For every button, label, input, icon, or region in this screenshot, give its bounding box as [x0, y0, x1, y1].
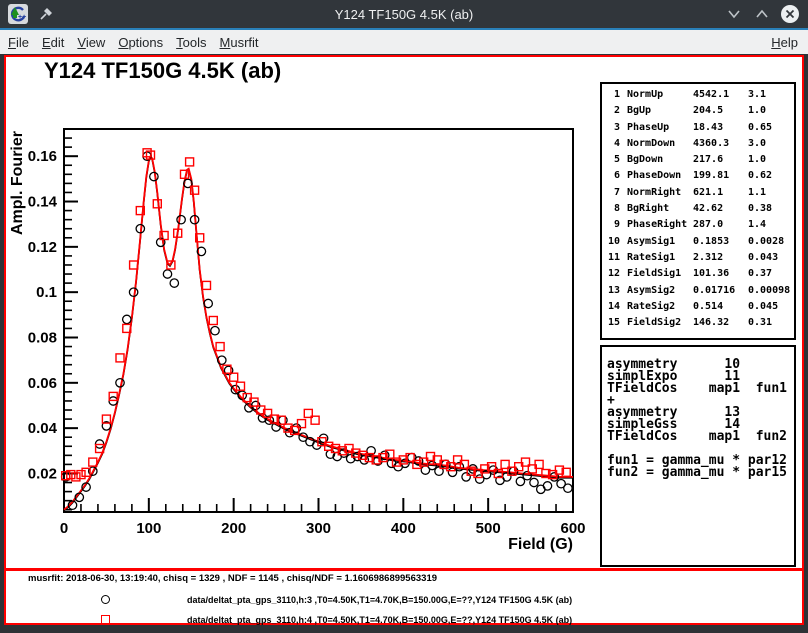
y-tick-label: 0.1	[36, 284, 57, 301]
x-tick-label: 600	[560, 520, 585, 537]
x-tick-label: 0	[60, 520, 68, 537]
x-tick-label: 200	[221, 520, 246, 537]
y-tick-label: 0.06	[28, 375, 57, 392]
x-tick-label: 100	[136, 520, 161, 537]
y-tick-label: 0.16	[28, 148, 57, 165]
y-tick-label: 0.12	[28, 239, 57, 256]
application-window: ++ Y124 TF150G 4.5K (ab)	[0, 0, 808, 633]
fit-curve-black	[64, 157, 573, 511]
series-circles	[61, 152, 572, 509]
plot-frame	[64, 129, 573, 512]
x-tick-label: 400	[391, 520, 416, 537]
plot-chart[interactable]: 0 100 200 300 400 500 600 0.02 0.04 0.06 0.08 0.1 0.…	[0, 0, 808, 633]
x-tick-label: 300	[306, 520, 331, 537]
x-axis-title: Field (G)	[508, 536, 573, 553]
fit-curve-red	[64, 156, 573, 510]
series-squares	[62, 149, 571, 481]
y-tick-label: 0.08	[28, 329, 57, 346]
y-tick-label: 0.02	[28, 465, 57, 482]
x-tick-label: 500	[476, 520, 501, 537]
y-tick-label: 0.04	[28, 420, 58, 437]
y-tick-label: 0.14	[28, 194, 58, 211]
y-axis-title: Ampl. Fourier	[9, 131, 26, 235]
